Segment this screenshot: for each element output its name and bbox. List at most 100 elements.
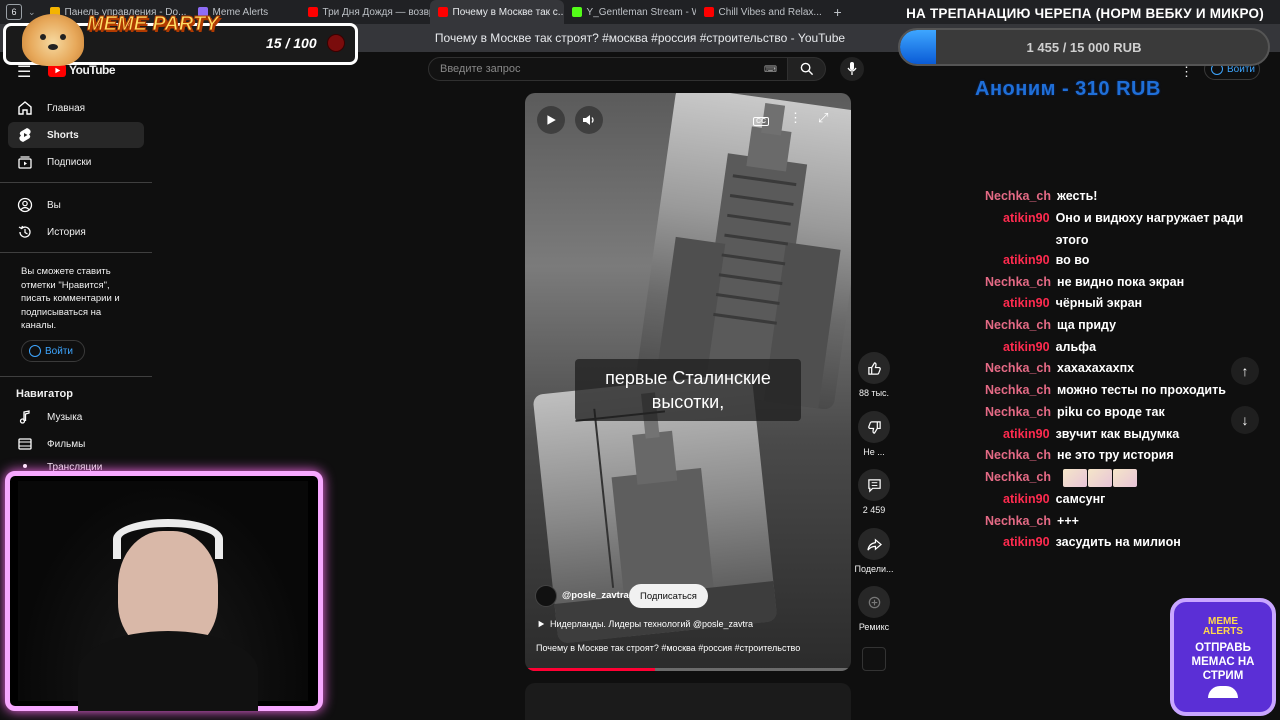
voice-search-button[interactable] [840,57,864,81]
fullscreen-icon[interactable]: ⤢ [818,110,828,126]
audio-track-thumbnail[interactable] [862,647,886,671]
donation-goal-progress-text: 1 455 / 15 000 RUB [1026,39,1142,55]
remix-label: Ремикс [858,622,890,632]
music-track-label: Нидерланды. Лидеры технологий @posle_zav… [550,619,754,629]
tab-count-badge[interactable]: 6 [6,4,22,20]
dislike-button[interactable] [858,411,890,443]
chat-message: atikin90 засудить на милион [985,532,1255,554]
sidebar-item-home[interactable]: Главная [8,95,144,121]
chat-message: atikin90 Оно и видюху нагружает ради этог… [985,208,1255,251]
dislike-label: Не ... [863,447,885,457]
chat-message-text: чёрный экран [1055,296,1143,310]
history-icon [18,225,31,238]
chat-username[interactable]: Nechka_ch [985,467,1051,489]
chat-username[interactable]: atikin90 [985,293,1050,315]
sidebar-section-title: Навигатор [16,388,73,400]
chat-message: atikin90 во во [985,250,1255,272]
last-donation-text: Аноним - 310 RUB [975,78,1161,100]
chat-message: Nechka_ch ща приду [985,315,1255,337]
keyboard-icon[interactable]: ⌨ [764,64,777,75]
chat-message: Nechka_ch не это тру история [985,445,1255,467]
chat-username[interactable]: atikin90 [985,532,1050,554]
sidebar-divider [0,182,152,183]
like-button[interactable] [858,352,890,384]
sidebar-item-history[interactable]: История [8,219,144,245]
home-icon [18,101,32,115]
music-track-link[interactable]: Нидерланды. Лидеры технологий @posle_zav… [537,619,753,629]
sidebar-item-label: Shorts [47,129,79,141]
next-short-preview[interactable] [525,683,851,720]
sidebar-item-label: Фильмы [47,438,86,450]
search-icon [800,62,813,76]
channel-avatar[interactable] [535,585,557,607]
short-title[interactable]: Почему в Москве так строят? #москва #рос… [536,643,836,653]
more-options-icon[interactable]: ⋮ [1180,64,1193,80]
sidebar-item-shorts[interactable]: Shorts [8,122,144,148]
shorts-video-player[interactable]: CC ⋮ ⤢ первые Сталинские высотки, @posle… [525,93,851,671]
chat-username[interactable]: Nechka_ch [985,272,1051,294]
chat-username[interactable]: Nechka_ch [985,315,1051,337]
video-caption-subtitle: первые Сталинские высотки, [575,359,801,421]
sidebar-item-subscriptions[interactable]: Подписки [8,149,144,175]
sidebar-item-label: История [47,226,86,238]
sidebar-item-music[interactable]: Музыка [8,404,144,430]
chat-message-text: хахахахахпх [1057,361,1135,375]
search-button[interactable] [788,57,826,81]
microphone-icon [847,62,857,75]
chat-username[interactable]: Nechka_ch [985,511,1051,533]
tab-favicon-icon [437,7,448,17]
shorts-icon [19,128,31,142]
more-options-icon[interactable]: ⋮ [789,110,802,126]
play-icon [547,115,556,125]
youtube-logo-text: YouTube [69,63,116,77]
new-tab-icon[interactable]: + [834,4,842,20]
search-input[interactable]: Введите запрос ⌨ [428,57,788,81]
channel-name[interactable]: @posle_zavtra [562,590,629,601]
close-tab-icon[interactable]: ✕ [827,7,828,18]
film-icon [18,438,32,450]
chevron-down-icon[interactable]: ⌄ [28,7,36,18]
browser-tab-active[interactable]: Почему в Москве так с...✕ [429,0,564,24]
remix-button[interactable] [858,586,890,618]
browser-tab[interactable]: Y_Gentleman Stream - Wa...✕ [564,0,696,24]
sidebar-item-you[interactable]: Вы [8,192,144,218]
chat-username[interactable]: Nechka_ch [985,402,1051,424]
chat-username[interactable]: atikin90 [985,337,1050,359]
donation-goal-title: НА ТРЕПАНАЦИЮ ЧЕРЕПА (НОРМ ВЕБКУ И МИКРО… [906,6,1264,21]
chat-username[interactable]: atikin90 [985,208,1050,251]
tab-label: Почему в Москве так с... [452,6,564,18]
chat-emote-icon [1088,469,1113,487]
volume-button[interactable] [575,106,603,134]
signin-promo-text: Вы сможете ставить отметки "Нравится", п… [21,266,120,331]
meme-alerts-badge[interactable]: MEME ALERTS ОТПРАВЬ МЕМАС НА СТРИМ [1170,598,1276,716]
play-button[interactable] [537,106,565,134]
share-button[interactable] [858,528,890,560]
browser-tab[interactable]: Три Дня Дождя — возвра... [300,0,430,24]
chat-username[interactable]: Nechka_ch [985,445,1051,467]
chat-username[interactable]: Nechka_ch [985,358,1051,380]
tab-label: Три Дня Дождя — возвра... [322,6,430,18]
video-progress-track[interactable] [525,668,851,671]
chat-message-text: можно тесты по проходить [1057,383,1226,397]
tab-favicon-icon [703,7,714,17]
donation-goal-bar: 1 455 / 15 000 RUB [898,28,1270,66]
chat-username[interactable]: Nechka_ch [985,186,1051,208]
chat-username[interactable]: atikin90 [985,250,1050,272]
subscribe-button[interactable]: Подписаться [629,584,708,608]
browser-tab[interactable]: Chill Vibes and Relax... ✕ [696,0,828,24]
scroll-down-arrow-icon[interactable]: ↓ [1231,406,1259,434]
webcam-frame [5,471,323,711]
hamburger-menu-icon[interactable]: ☰ [17,62,31,82]
comments-button[interactable] [858,469,890,501]
chat-message-text: piku со вроде так [1057,405,1165,419]
captions-button[interactable]: CC [749,109,773,133]
scroll-up-arrow-icon[interactable]: ↑ [1231,357,1259,385]
chat-message-text: Оно и видюху нагружает ради этого [1055,211,1244,247]
chat-username[interactable]: Nechka_ch [985,380,1051,402]
meme-party-title: MEME PARTY [87,13,219,36]
chat-username[interactable]: atikin90 [985,489,1050,511]
play-small-icon [538,620,545,628]
sidebar-item-movies[interactable]: Фильмы [8,431,144,457]
chat-username[interactable]: atikin90 [985,424,1050,446]
sidebar-signin-button[interactable]: Войти [21,340,85,362]
